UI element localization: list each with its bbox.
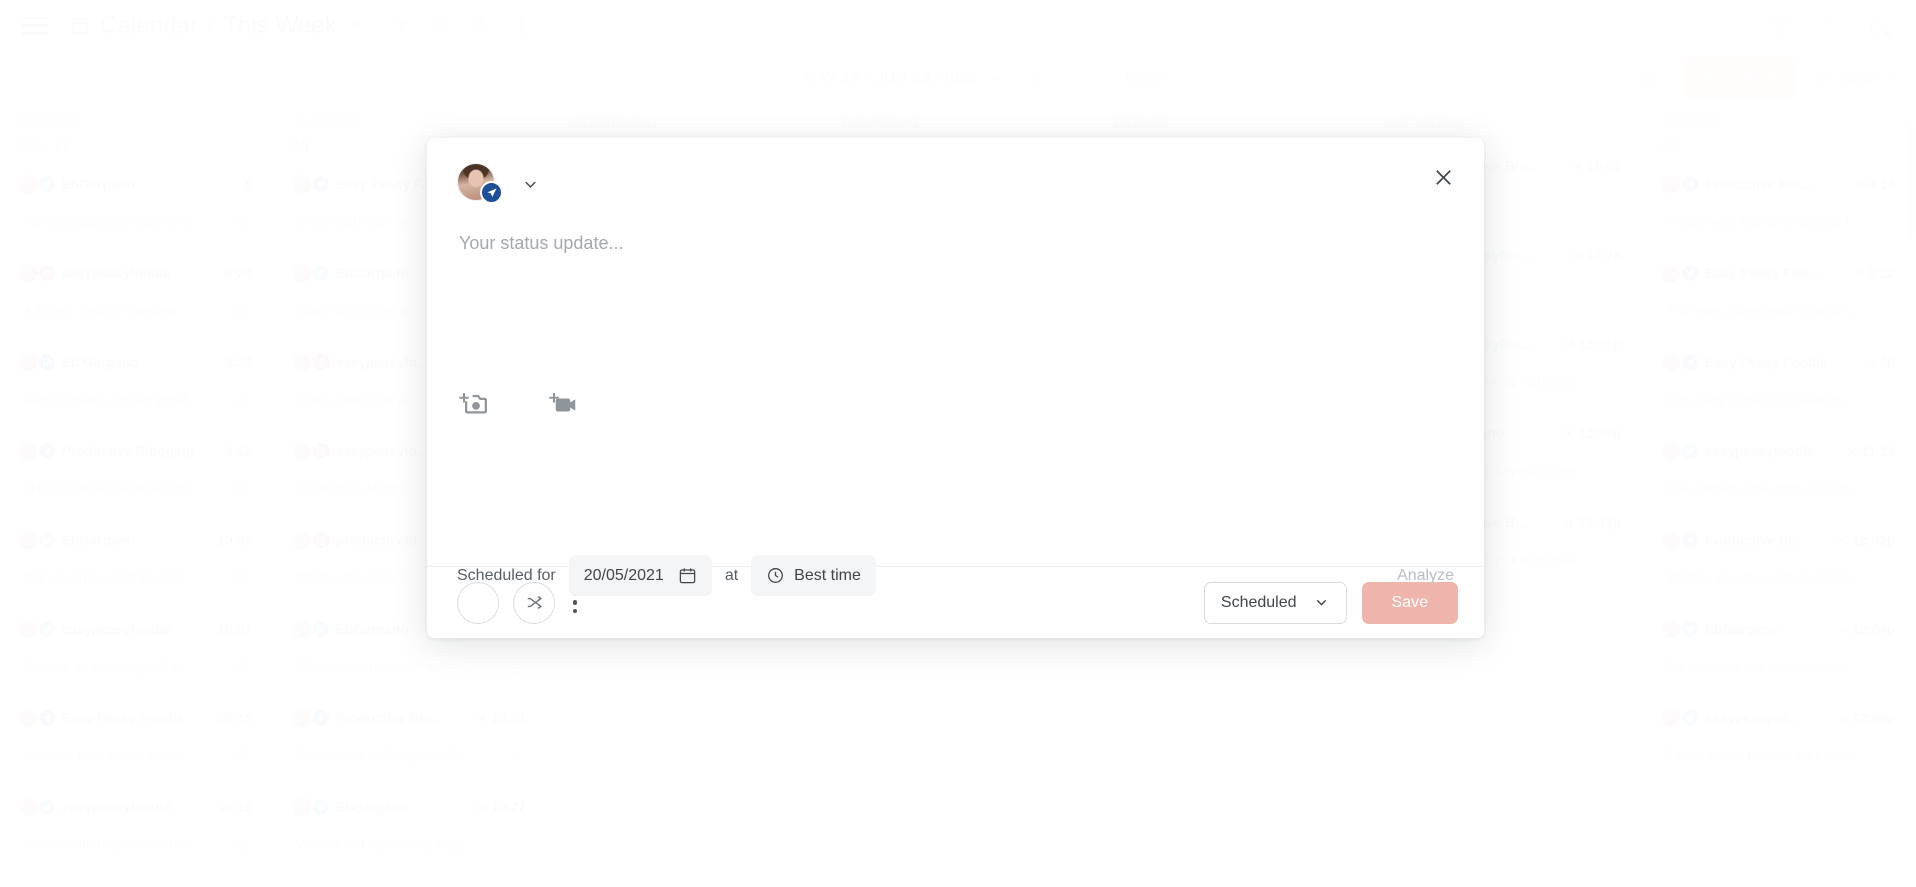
schedule-row: Scheduled for 20/05/2021 at Best time An… [457, 555, 1454, 596]
close-icon[interactable] [1426, 160, 1460, 194]
app-root: Calendar / This Week [0, 0, 1916, 887]
add-video-icon[interactable] [547, 389, 580, 419]
chevron-down-icon [1316, 599, 1326, 606]
scheduled-date-value: 20/05/2021 [583, 566, 664, 584]
account-avatar-chip[interactable] [457, 163, 503, 205]
scheduled-for-label: Scheduled for [457, 566, 556, 584]
modal-body: Your status update... Scheduled for 20/0… [427, 205, 1484, 596]
status-input[interactable]: Your status update... [457, 219, 1454, 268]
clock-icon [768, 568, 784, 583]
calendar-icon [679, 568, 696, 584]
compose-post-modal: Your status update... Scheduled for 20/0… [427, 138, 1484, 638]
time-value: Best time [794, 566, 861, 584]
paper-plane-icon [480, 181, 503, 204]
account-selector-chevron-down-icon[interactable] [521, 175, 540, 194]
media-attach-row [457, 389, 580, 419]
analyze-link[interactable]: Analyze [1397, 567, 1454, 585]
post-status-value: Scheduled [1220, 593, 1297, 611]
add-photo-icon[interactable] [457, 389, 490, 419]
modal-header [427, 138, 1484, 205]
at-label: at [724, 566, 739, 584]
date-picker[interactable]: 20/05/2021 [568, 555, 712, 596]
time-picker[interactable]: Best time [751, 555, 876, 596]
